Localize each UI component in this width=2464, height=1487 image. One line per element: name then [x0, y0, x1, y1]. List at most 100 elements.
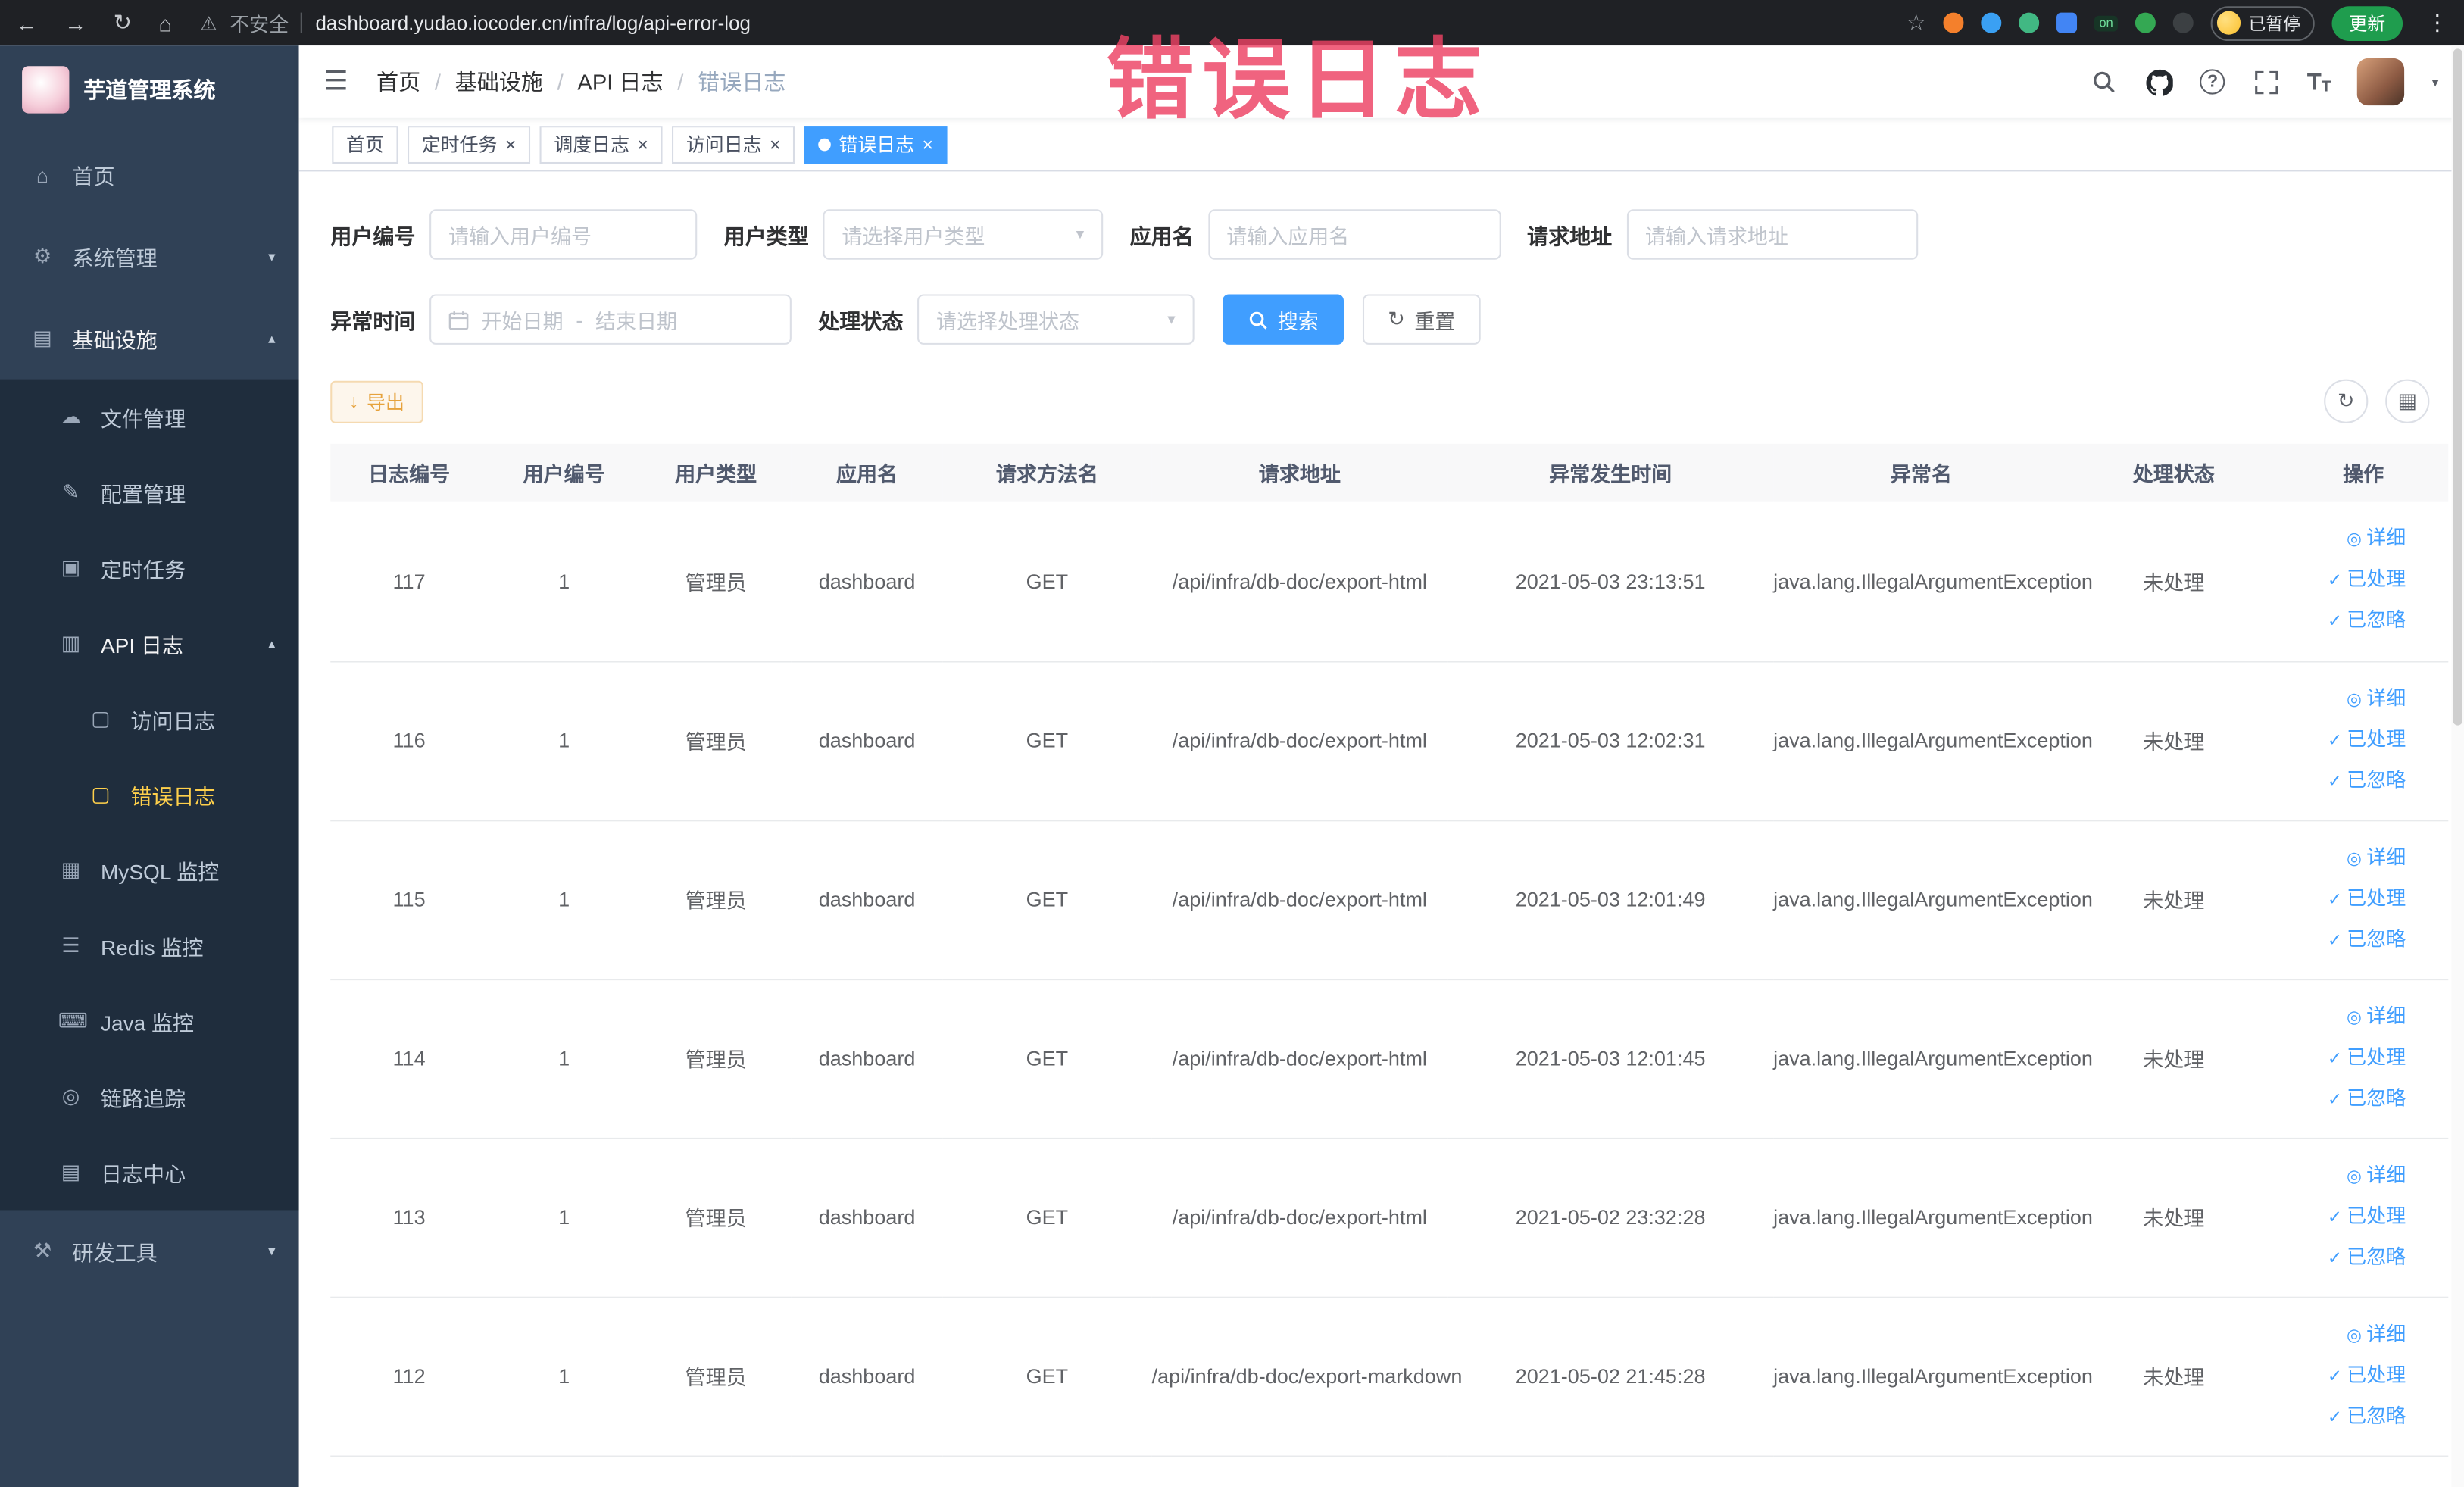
detail-link[interactable]: ◎ 详细: [2278, 679, 2406, 720]
placeholder-text: 请输入用户编号: [448, 224, 592, 248]
sidebar-item-label: 配置管理: [100, 483, 186, 507]
close-icon[interactable]: ×: [770, 133, 781, 155]
clipboard-icon: ▣: [61, 555, 81, 579]
sidebar-item-label: Java 监控: [100, 1011, 195, 1036]
cloud-icon: ☁: [60, 404, 81, 429]
mark-ignored-link[interactable]: ✓ 已忽略: [2278, 761, 2406, 801]
hamburger-icon[interactable]: ☰: [324, 66, 348, 98]
mark-ignored-link[interactable]: ✓ 已忽略: [2278, 1397, 2406, 1438]
sidebar-item-access-log[interactable]: ▢ 访问日志: [0, 681, 299, 757]
app-name-input[interactable]: 请输入应用名: [1207, 209, 1501, 260]
search-icon[interactable]: [2090, 67, 2118, 95]
exception-time-range-picker[interactable]: 开始日期 - 结束日期: [429, 294, 792, 345]
process-status-select[interactable]: 请选择处理状态 ▾: [917, 294, 1195, 345]
browser-update-button[interactable]: 更新: [2331, 5, 2403, 40]
tab-error-log[interactable]: 错误日志 ×: [804, 125, 948, 164]
detail-link[interactable]: ◎ 详细: [2278, 838, 2406, 879]
detail-link[interactable]: ◎ 详细: [2278, 1156, 2406, 1197]
close-icon[interactable]: ×: [637, 133, 648, 155]
breadcrumb-infrastructure[interactable]: 基础设施: [455, 66, 543, 98]
extension-icon-drop[interactable]: [1981, 12, 2002, 33]
mark-processed-link[interactable]: ✓ 已处理: [2278, 1356, 2406, 1397]
column-settings-button[interactable]: ▦: [2385, 379, 2430, 423]
mark-processed-link[interactable]: ✓ 已处理: [2278, 1038, 2406, 1079]
url-text: dashboard.yudao.iocoder.cn/infra/log/api…: [315, 11, 751, 34]
sidebar-item-scheduled-tasks[interactable]: ▣ 定时任务: [0, 530, 299, 606]
sidebar-item-infrastructure[interactable]: ▤ 基础设施 ▴: [0, 298, 299, 380]
bookmark-star-icon[interactable]: ☆: [1907, 9, 1926, 36]
help-icon[interactable]: ?: [2200, 69, 2225, 95]
mark-ignored-link[interactable]: ✓ 已忽略: [2278, 1238, 2406, 1279]
sidebar-item-api-logs[interactable]: ▥ API 日志 ▴: [0, 606, 299, 682]
chevron-down-icon: ▾: [268, 248, 276, 264]
sidebar-item-config-management[interactable]: ✎ 配置管理: [0, 455, 299, 530]
extension-icon-paw[interactable]: [2172, 12, 2194, 33]
mark-processed-link[interactable]: ✓ 已处理: [2278, 1197, 2406, 1238]
extension-icon-leaf[interactable]: [2135, 12, 2156, 33]
cell-status: 未处理: [2069, 1137, 2278, 1298]
sidebar-item-system[interactable]: ⚙ 系统管理 ▾: [0, 216, 299, 298]
vue-devtools-icon[interactable]: [2019, 12, 2040, 33]
cell-method: GET: [942, 661, 1152, 821]
browser-menu-icon[interactable]: ⋮: [2426, 9, 2448, 36]
check-icon: ✓: [2327, 771, 2343, 791]
mark-ignored-link[interactable]: ✓ 已忽略: [2278, 1079, 2406, 1120]
sidebar-item-home[interactable]: ⌂ 首页: [0, 134, 299, 216]
breadcrumb-home[interactable]: 首页: [376, 66, 420, 98]
cell-url: /api/infra/db-doc/export-html: [1151, 1137, 1448, 1298]
column-header: 请求地址: [1151, 443, 1448, 502]
export-button[interactable]: ↓ 导出: [330, 380, 423, 423]
user-type-select[interactable]: 请选择用户类型 ▾: [823, 209, 1104, 260]
user-avatar[interactable]: [2357, 58, 2406, 106]
scrollbar-thumb[interactable]: [2453, 48, 2462, 726]
cell-time: 2021-05-03 12:02:31: [1447, 661, 1774, 821]
font-size-icon[interactable]: TT: [2307, 68, 2331, 95]
search-button[interactable]: 搜索: [1223, 294, 1344, 345]
app-logo[interactable]: 芋道管理系统: [0, 45, 299, 133]
extension-icon-on[interactable]: on: [2094, 14, 2119, 31]
sidebar-item-error-log[interactable]: ▢ 错误日志: [0, 757, 299, 833]
page-scrollbar[interactable]: [2451, 45, 2464, 1487]
detail-link[interactable]: ◎ 详细: [2278, 997, 2406, 1038]
browser-home-icon[interactable]: ⌂: [158, 11, 172, 36]
avatar-caret-icon[interactable]: ▾: [2431, 73, 2438, 91]
detail-link[interactable]: ◎ 详细: [2278, 520, 2406, 561]
tab-scheduled-tasks[interactable]: 定时任务 ×: [408, 125, 531, 164]
refresh-table-button[interactable]: ↻: [2324, 379, 2369, 423]
mark-processed-link[interactable]: ✓ 已处理: [2278, 720, 2406, 761]
profile-chip[interactable]: 已暂停: [2210, 5, 2315, 40]
tab-access-log[interactable]: 访问日志 ×: [672, 125, 795, 164]
user-id-input[interactable]: 请输入用户编号: [429, 209, 698, 260]
browser-reload-icon[interactable]: ↻: [114, 9, 132, 36]
extension-icon-orange[interactable]: [1943, 12, 1964, 33]
tab-home[interactable]: 首页: [332, 125, 398, 164]
detail-link[interactable]: ◎ 详细: [2278, 1315, 2406, 1356]
github-icon[interactable]: [2145, 67, 2173, 95]
request-url-input[interactable]: 请输入请求地址: [1625, 209, 1918, 260]
extension-icon-grid[interactable]: [2056, 12, 2078, 33]
address-bar[interactable]: ⚠ 不安全 dashboard.yudao.iocoder.cn/infra/l…: [200, 8, 1906, 37]
chevron-down-icon: ▾: [1167, 311, 1176, 329]
close-icon[interactable]: ×: [923, 133, 934, 155]
browser-back-icon[interactable]: ←: [16, 11, 38, 36]
cell-method: GET: [942, 501, 1152, 662]
reset-button[interactable]: ↻ 重置: [1362, 294, 1481, 345]
sidebar-item-file-management[interactable]: ☁ 文件管理: [0, 380, 299, 455]
sidebar-item-mysql-monitor[interactable]: ▦ MySQL 监控: [0, 833, 299, 908]
column-header: 异常名: [1773, 443, 2069, 502]
mark-ignored-link[interactable]: ✓ 已忽略: [2278, 601, 2406, 642]
close-icon[interactable]: ×: [505, 133, 517, 155]
browser-forward-icon[interactable]: →: [64, 11, 86, 36]
sidebar-item-log-center[interactable]: ▤ 日志中心: [0, 1135, 299, 1211]
sidebar-item-dev-tools[interactable]: ⚒ 研发工具 ▾: [0, 1210, 299, 1292]
sidebar-item-tracing[interactable]: ◎ 链路追踪: [0, 1059, 299, 1135]
font-size-large: T: [2306, 68, 2322, 95]
mark-ignored-link[interactable]: ✓ 已忽略: [2278, 920, 2406, 961]
breadcrumb-api-logs[interactable]: API 日志: [577, 66, 663, 98]
fullscreen-icon[interactable]: [2252, 67, 2280, 95]
sidebar-item-redis-monitor[interactable]: ☰ Redis 监控: [0, 908, 299, 984]
tab-schedule-log[interactable]: 调度日志 ×: [539, 125, 663, 164]
sidebar-item-java-monitor[interactable]: ⌨ Java 监控: [0, 983, 299, 1059]
mark-processed-link[interactable]: ✓ 已处理: [2278, 879, 2406, 920]
mark-processed-link[interactable]: ✓ 已处理: [2278, 561, 2406, 601]
